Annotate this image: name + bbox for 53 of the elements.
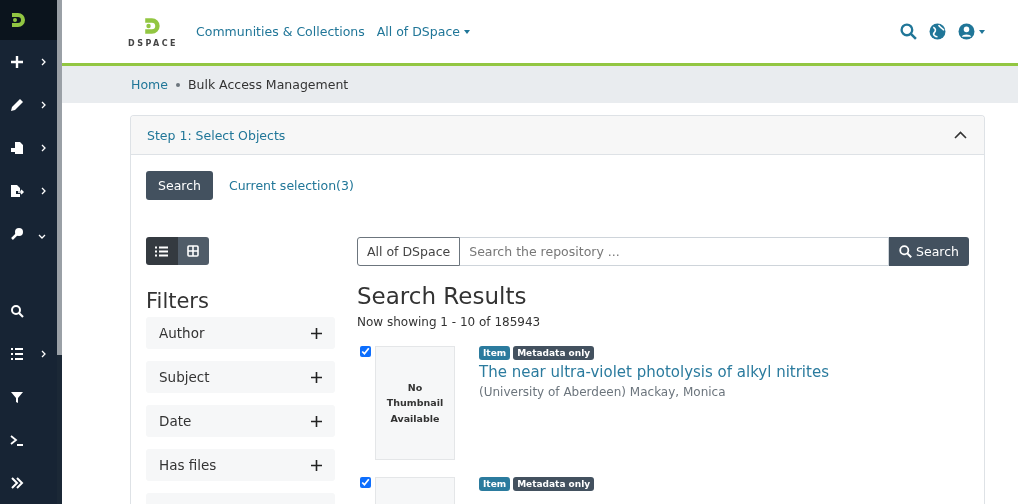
results-count: Now showing 1 - 10 of 185943 — [357, 315, 542, 329]
type-tag: Item — [479, 346, 511, 360]
step-title[interactable]: Step 1: Select Objects — [147, 127, 286, 143]
access-tag: Metadata only — [513, 346, 595, 360]
result-authors: (University of Aberdeen) Mackay, Monica — [479, 385, 727, 399]
search-icon — [10, 303, 24, 318]
double-chevron-icon — [10, 475, 24, 490]
plus-icon — [10, 54, 24, 69]
file-export-icon — [10, 183, 24, 198]
search-icon[interactable] — [900, 23, 917, 40]
filter-icon — [10, 389, 24, 404]
scrollbar[interactable] — [57, 0, 62, 504]
step-header[interactable]: Step 1: Select Objects — [131, 116, 984, 155]
tab[interactable]: Current selection(3) — [216, 171, 366, 200]
tab[interactable]: Search — [146, 171, 213, 200]
filters-heading: Filters — [146, 289, 210, 313]
nav-link[interactable]: Communities & Collections — [196, 24, 365, 39]
chevron-icon[interactable] — [954, 131, 967, 139]
terminal-icon — [10, 432, 24, 447]
search-button[interactable]: Search — [889, 237, 969, 266]
logo-icon — [10, 11, 28, 29]
filter-toggle[interactable]: Has files — [146, 449, 335, 481]
plus-icon[interactable] — [311, 459, 322, 471]
type-tag: Item — [479, 477, 511, 491]
list-icon — [10, 346, 24, 361]
file-import-icon — [10, 140, 24, 155]
grid-icon — [187, 245, 200, 257]
plus-icon[interactable] — [311, 371, 322, 383]
breadcrumb-current: Bulk Access Management — [187, 77, 349, 92]
list-icon — [155, 245, 169, 257]
select-checkbox[interactable] — [360, 346, 371, 357]
search-field[interactable]: Search the repository ... — [460, 237, 890, 266]
filter-toggle[interactable]: Author — [146, 317, 335, 349]
filter-toggle[interactable]: Subject — [146, 361, 335, 393]
dspace-logo[interactable]: DSPACE — [128, 15, 179, 48]
globe-icon[interactable] — [929, 23, 946, 40]
filter-toggle[interactable]: Date — [146, 405, 335, 437]
results-heading: Search Results — [357, 283, 528, 309]
scope-button[interactable]: All of DSpace — [357, 237, 461, 266]
select-checkbox[interactable] — [360, 477, 371, 488]
list-view-button[interactable] — [146, 237, 178, 265]
search-icon — [899, 245, 913, 258]
plus-icon[interactable] — [311, 415, 322, 427]
pencil-icon — [10, 97, 24, 112]
key-icon — [10, 226, 24, 241]
user-menu[interactable] — [958, 23, 985, 40]
result-title-link[interactable]: The near ultra-violet photolysis of alkyl nitrites — [479, 363, 829, 381]
access-tag: Metadata only — [513, 477, 595, 491]
nav-link[interactable]: All of DSpace — [376, 24, 470, 39]
thumbnail-label: No Thumbnail Available — [385, 381, 445, 426]
grid-view-button[interactable] — [177, 237, 209, 265]
plus-icon[interactable] — [311, 327, 322, 339]
breadcrumb-link[interactable]: Home — [131, 77, 168, 92]
